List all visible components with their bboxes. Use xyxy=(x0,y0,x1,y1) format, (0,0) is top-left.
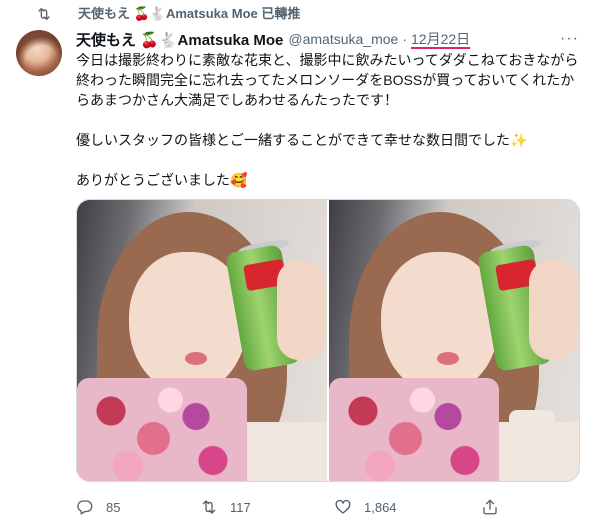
retweet-context-text[interactable]: 天使もえ 🍒🐇Amatsuka Moe 已轉推 xyxy=(78,6,300,22)
share-button[interactable] xyxy=(481,497,499,517)
media-grid xyxy=(76,199,580,482)
reply-button[interactable]: 85 xyxy=(76,497,120,517)
tweet-date-link[interactable]: 12月22日 xyxy=(411,29,470,49)
share-icon xyxy=(483,499,497,515)
retweet-button[interactable]: 117 xyxy=(200,497,251,517)
display-name[interactable]: 天使もえ 🍒🐇Amatsuka Moe xyxy=(76,29,283,50)
retweet-icon xyxy=(38,7,50,20)
tweet-header: 天使もえ 🍒🐇Amatsuka Moe @amatsuka_moe · 12月2… xyxy=(76,29,579,50)
user-handle[interactable]: @amatsuka_moe xyxy=(288,31,398,47)
tweet-paragraph-3: ありがとうございました🥰 xyxy=(76,172,248,188)
photo-1[interactable] xyxy=(77,200,327,481)
like-button[interactable]: 1,864 xyxy=(334,497,397,517)
reply-count: 85 xyxy=(106,499,121,515)
tweet-text: 今日は撮影終わりに素敵な花束と、撮影中に飲みたいってダダこねておきながら終わった… xyxy=(76,50,584,190)
like-count: 1,864 xyxy=(364,499,397,515)
photo-2[interactable] xyxy=(329,200,579,481)
tweet-paragraph-1: 今日は撮影終わりに素敵な花束と、撮影中に飲みたいってダダこねておきながら終わった… xyxy=(76,52,579,108)
reply-icon xyxy=(77,500,93,515)
heart-icon xyxy=(335,499,351,514)
separator-dot: · xyxy=(402,31,407,47)
tweet-actions: 85 117 1,864 xyxy=(76,497,584,517)
retweet-count: 117 xyxy=(230,499,251,515)
tweet-paragraph-2: 優しいスタッフの皆様とご一緒することができて幸せな数日間でした✨ xyxy=(76,132,528,148)
avatar[interactable] xyxy=(16,30,62,76)
more-icon[interactable]: ··· xyxy=(560,30,579,48)
retweet-icon xyxy=(202,500,216,514)
